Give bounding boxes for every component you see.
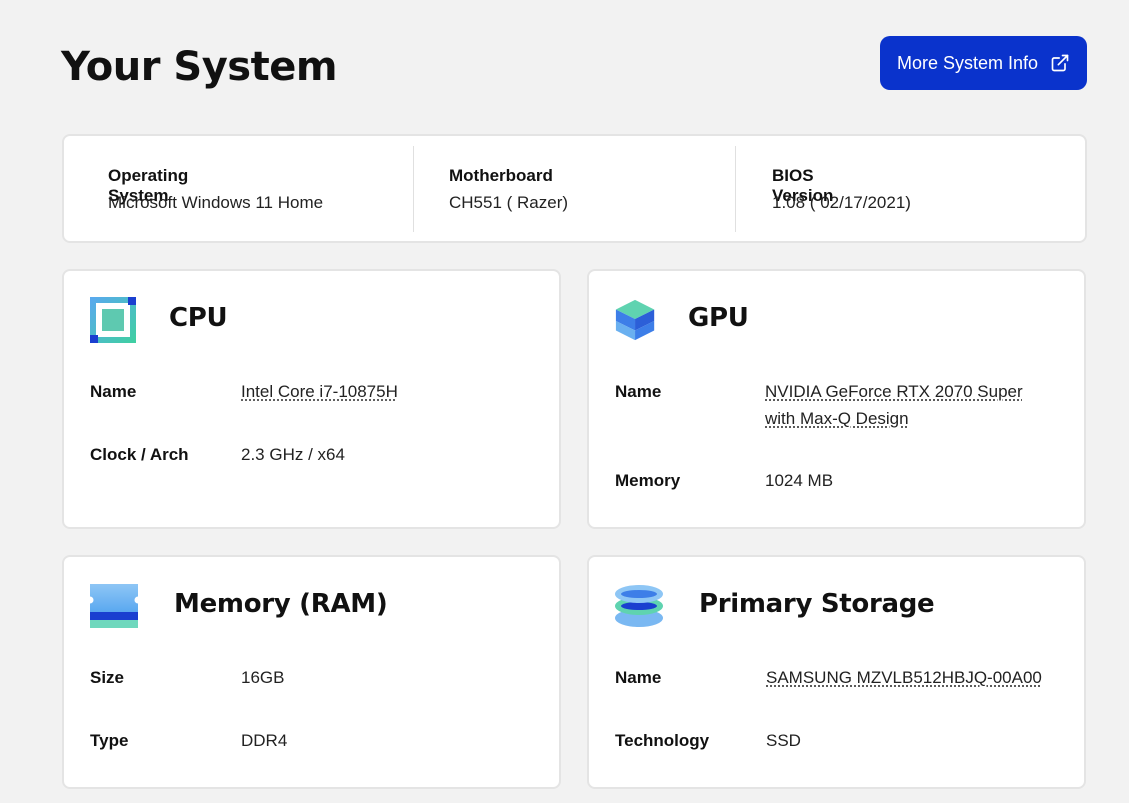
gpu-name-line1[interactable]: NVIDIA GeForce RTX 2070 Super: [765, 382, 1023, 401]
gpu-memory-label: Memory: [615, 471, 681, 490]
cpu-card: CPU Name Intel Core i7-10875H Clock / Ar…: [62, 269, 561, 529]
storage-card: Primary Storage Name SAMSUNG MZVLB512HBJ…: [587, 555, 1086, 789]
gpu-name-value[interactable]: NVIDIA GeForce RTX 2070 Super with Max-Q…: [765, 378, 1023, 432]
motherboard-value: CH551 ( Razer): [449, 193, 569, 212]
gpu-name-label: Name: [615, 382, 662, 401]
storage-name-label: Name: [615, 668, 662, 687]
gpu-name-line2[interactable]: with Max-Q Design: [765, 409, 909, 428]
ram-icon: [90, 584, 138, 628]
gpu-memory-value: 1024 MB: [765, 471, 834, 490]
page-title: Your System: [61, 44, 338, 90]
system-summary-card: Operating System Microsoft Windows 11 Ho…: [62, 134, 1087, 243]
motherboard-label: Motherboard: [449, 166, 553, 185]
ram-title: Memory (RAM): [174, 589, 388, 619]
cpu-icon: [90, 297, 136, 343]
storage-tech-label: Technology: [615, 731, 710, 750]
os-value: Microsoft Windows 11 Home: [108, 193, 324, 212]
storage-tech-value: SSD: [766, 731, 801, 750]
ram-type-label: Type: [90, 731, 129, 750]
storage-title: Primary Storage: [699, 589, 935, 619]
bios-value: 1.08 ( 02/17/2021): [772, 193, 911, 212]
ram-size-value: 16GB: [241, 668, 285, 687]
cpu-clock-label: Clock / Arch: [90, 445, 189, 464]
storage-name-value[interactable]: SAMSUNG MZVLB512HBJQ-00A00: [766, 664, 1042, 691]
gpu-icon: [615, 299, 655, 341]
gpu-title: GPU: [688, 303, 749, 333]
cpu-name-value[interactable]: Intel Core i7-10875H: [241, 378, 398, 405]
more-system-info-button[interactable]: More System Info: [880, 36, 1087, 90]
divider: [735, 146, 736, 232]
more-system-info-label: More System Info: [896, 52, 1039, 73]
ram-size-label: Size: [90, 668, 125, 687]
gpu-card: GPU Name NVIDIA GeForce RTX 2070 Super w…: [587, 269, 1086, 529]
ram-type-value: DDR4: [241, 731, 288, 750]
external-link-icon: [1051, 54, 1069, 72]
storage-icon: [615, 585, 663, 627]
ram-card: Memory (RAM) Size 16GB Type DDR4: [62, 555, 561, 789]
cpu-title: CPU: [169, 303, 228, 333]
cpu-clock-value: 2.3 GHz / x64: [241, 445, 345, 464]
divider: [413, 146, 414, 232]
cpu-name-label: Name: [90, 382, 137, 401]
